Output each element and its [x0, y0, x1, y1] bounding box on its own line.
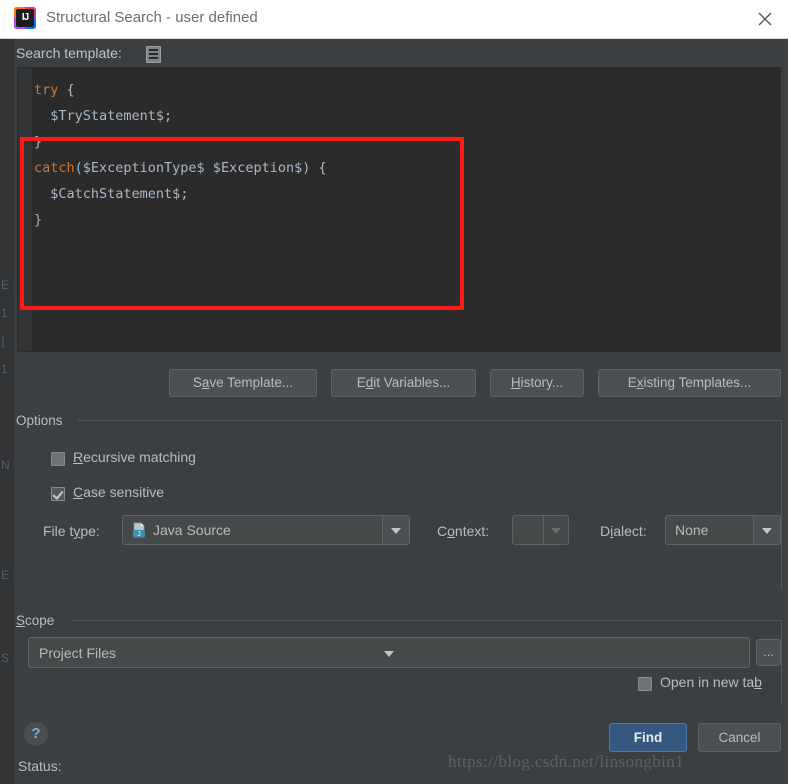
history-button[interactable]: History... [490, 369, 584, 397]
label-text: Open in new ta [660, 674, 755, 690]
background-fragment: S [1, 651, 10, 665]
find-button[interactable]: Find [609, 723, 687, 752]
code-token: ; [164, 108, 173, 124]
window-title: Structural Search - user defined [46, 9, 258, 26]
edit-variables-button[interactable]: Edit Variables... [331, 369, 476, 397]
code-token: } [34, 134, 43, 150]
dialect-label: Dialect: [600, 523, 647, 539]
label-text: ntext: [454, 523, 490, 539]
file-type-combo[interactable]: J Java Source [122, 515, 410, 545]
code-token: try [34, 82, 59, 98]
label-text: alect: [613, 523, 647, 539]
label-text: ecursive matching [83, 449, 196, 465]
label-text: C [437, 523, 448, 539]
btn-mnemonic: a [201, 375, 210, 390]
btn-text: ve Template... [209, 375, 294, 390]
background-fragment: E [1, 278, 10, 292]
java-source-icon: J [133, 522, 145, 538]
code-line: $TryStatement$; [34, 103, 327, 129]
options-group-divider-right [781, 420, 782, 590]
scope-combo[interactable]: Project Files [28, 637, 750, 668]
background-fragment: ] [1, 334, 5, 348]
file-type-value: Java Source [153, 522, 231, 538]
code-token: ($ExceptionType$ $Exception$) { [74, 160, 327, 176]
scope-group-title: Scope [16, 613, 61, 628]
svg-text:J: J [137, 531, 141, 538]
context-dropdown-arrow[interactable] [543, 516, 568, 544]
scope-value: Project Files [39, 644, 117, 661]
label-text: D [600, 523, 611, 539]
code-token: ; [180, 186, 189, 202]
watermark-text: https://blog.csdn.net/linsongbin1 [448, 752, 685, 771]
background-fragment: E [1, 568, 10, 582]
label-mnemonic: C [73, 484, 84, 500]
structural-search-dialog: E 1 ] 1 N E S IJ Structural Search - use… [0, 0, 788, 784]
code-token: $TryStatement$ [34, 108, 165, 124]
code-token: catch [34, 160, 75, 176]
code-token: $CatchStatement$ [34, 186, 181, 202]
file-type-label: File type: [43, 523, 100, 539]
code-token: } [34, 212, 43, 228]
label-mnemonic: b [754, 674, 762, 690]
existing-templates-button[interactable]: Existing Templates... [598, 369, 781, 397]
label-mnemonic: o [447, 523, 455, 539]
label-text: pe: [80, 523, 100, 539]
background-fragment: N [1, 458, 10, 472]
help-icon[interactable]: ? [24, 722, 48, 746]
close-icon [758, 12, 772, 26]
dialect-value: None [675, 522, 709, 538]
template-list-icon[interactable] [146, 46, 161, 63]
context-combo[interactable] [512, 515, 569, 545]
scope-group-divider [72, 620, 781, 621]
dialect-dropdown-arrow[interactable] [753, 516, 780, 544]
code-line: } [34, 207, 327, 233]
background-fragment: 1 [1, 306, 8, 320]
btn-text: isting Templates... [643, 375, 752, 390]
file-type-dropdown-arrow[interactable] [382, 516, 409, 544]
template-code[interactable]: try { $TryStatement$;} catch($ExceptionTy… [34, 77, 327, 233]
btn-text: istory... [520, 375, 564, 390]
search-template-label: Search template: [16, 45, 122, 61]
label-text: File t [43, 523, 74, 539]
recursive-matching-checkbox[interactable] [51, 452, 65, 466]
close-window-button[interactable] [742, 0, 788, 38]
cancel-button[interactable]: Cancel [698, 723, 781, 752]
recursive-matching-label[interactable]: Recursive matching [73, 449, 196, 465]
options-group-divider [78, 420, 781, 421]
label-mnemonic: R [73, 449, 84, 465]
intellij-logo-text: IJ [16, 9, 34, 27]
background-fragment: 1 [1, 362, 8, 376]
code-line: $CatchStatement$; [34, 181, 327, 207]
btn-text: E [356, 375, 366, 390]
btn-mnemonic: H [510, 375, 521, 390]
dialect-combo[interactable]: None [665, 515, 781, 545]
btn-mnemonic: d [365, 375, 374, 390]
code-token: { [58, 82, 75, 98]
btn-text: E [627, 375, 637, 390]
case-sensitive-checkbox[interactable] [51, 487, 65, 501]
scope-browse-button[interactable]: ... [756, 639, 781, 666]
btn-text: S [192, 375, 202, 390]
code-line: } [34, 129, 327, 155]
label-text: cope [25, 613, 55, 628]
scope-group-divider-right [781, 620, 782, 705]
label-mnemonic: S [16, 613, 26, 628]
btn-mnemonic: x [636, 375, 644, 390]
open-in-new-tab-label[interactable]: Open in new tab [660, 674, 762, 690]
intellij-logo-icon: IJ [14, 7, 36, 29]
open-in-new-tab-checkbox[interactable] [638, 677, 652, 691]
code-line: catch($ExceptionType$ $Exception$) { [34, 155, 327, 181]
editor-gutter [18, 68, 32, 351]
code-line: try { [34, 77, 327, 103]
label-text: ase sensitive [83, 484, 165, 500]
btn-text: it Variables... [373, 375, 451, 390]
context-label: Context: [437, 523, 489, 539]
search-template-editor[interactable]: try { $TryStatement$;} catch($ExceptionTy… [17, 67, 781, 352]
status-label: Status: [18, 758, 62, 774]
save-template-button[interactable]: Save Template... [169, 369, 317, 397]
title-bar: IJ Structural Search - user defined [0, 0, 788, 39]
background-ide-strip: E 1 ] 1 N E S [0, 38, 14, 784]
options-group-title: Options [16, 413, 69, 428]
case-sensitive-label[interactable]: Case sensitive [73, 484, 164, 500]
